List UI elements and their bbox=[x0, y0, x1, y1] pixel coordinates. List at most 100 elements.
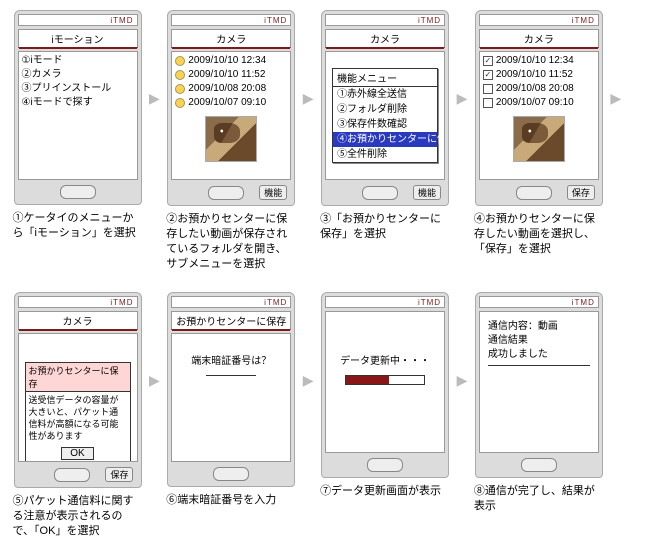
pin-input[interactable] bbox=[206, 375, 256, 376]
step-caption: ④お預かりセンターに保存したい動画を選択し、「保存」を選択 bbox=[474, 212, 604, 257]
phone-frame: iTMD カメラ 2009/10/10 12:34 2009/10/10 11:… bbox=[475, 10, 603, 206]
softkey-bar bbox=[18, 183, 138, 201]
submenu-item[interactable]: ②フォルダ削除 bbox=[333, 102, 437, 117]
list-item[interactable]: 2009/10/07 09:10 bbox=[175, 96, 287, 110]
softkey-center[interactable] bbox=[516, 186, 552, 200]
list-item[interactable]: 2009/10/10 12:34 bbox=[175, 54, 287, 68]
status-icons: iTMD bbox=[264, 298, 287, 307]
list-item[interactable]: 2009/10/10 11:52 bbox=[175, 68, 287, 82]
softkey-center[interactable] bbox=[367, 458, 403, 472]
status-icons: iTMD bbox=[572, 298, 595, 307]
phone-frame: iTMD 通信内容：動画 通信結果 成功しました bbox=[475, 292, 603, 478]
submenu-item[interactable]: ①赤外線全送信 bbox=[333, 87, 437, 102]
dialog-title: お預かりセンターに保存 bbox=[26, 363, 130, 392]
status-bar: iTMD bbox=[325, 14, 445, 26]
status-bar: iTMD bbox=[171, 296, 291, 308]
step-7: iTMD データ更新中・・・ ⑦データ更新画面が表示 bbox=[318, 292, 453, 499]
softkey-bar: 機能 bbox=[325, 183, 445, 202]
list-item[interactable]: 2009/10/10 11:52 bbox=[483, 68, 595, 82]
submenu-item-selected[interactable]: ④お預かりセンターに保存 bbox=[333, 132, 437, 147]
step-6: iTMD お預かりセンターに保存 端末暗証番号は？ ⑥端末暗証番号を入力 bbox=[164, 292, 299, 508]
list-item[interactable]: 2009/10/10 12:34 bbox=[483, 54, 595, 68]
softkey-bar bbox=[171, 465, 291, 483]
phone-frame: iTMD カメラ 機能メニュー ①赤外線全送信 ②フォルダ削除 ③保存件数確認 … bbox=[321, 10, 449, 206]
step-caption: ⑦データ更新画面が表示 bbox=[320, 484, 450, 499]
step-4: iTMD カメラ 2009/10/10 12:34 2009/10/10 11:… bbox=[471, 10, 606, 257]
softkey-center[interactable] bbox=[54, 468, 90, 482]
flow-arrow-icon: ▶ bbox=[457, 90, 468, 107]
movie-icon bbox=[175, 70, 185, 80]
flow-arrow-icon: ▶ bbox=[149, 372, 160, 389]
screen: 2009/10/10 12:34 2009/10/10 11:52 2009/1… bbox=[479, 51, 599, 180]
submenu-item[interactable]: ⑤全件削除 bbox=[333, 147, 437, 162]
status-bar: iTMD bbox=[18, 14, 138, 26]
step-2: iTMD カメラ 2009/10/10 12:34 2009/10/10 11:… bbox=[164, 10, 299, 272]
softkey-center[interactable] bbox=[60, 185, 96, 199]
screen-title: カメラ bbox=[479, 29, 599, 48]
divider bbox=[488, 365, 590, 366]
menu-item[interactable]: ④iモードで探す bbox=[22, 96, 134, 110]
softkey-bar: 保存 bbox=[18, 465, 138, 484]
flow-arrow-icon: ▶ bbox=[303, 372, 314, 389]
checkbox-checked-icon[interactable] bbox=[483, 70, 493, 80]
menu-item[interactable]: ②カメラ bbox=[22, 68, 134, 82]
step-caption: ②お預かりセンターに保存したい動画が保存されているフォルダを開き、サブメニューを… bbox=[166, 212, 296, 272]
flow-arrow-icon: ▶ bbox=[610, 90, 621, 107]
screen-title: カメラ bbox=[171, 29, 291, 48]
phone-frame: iTMD カメラ お預かりセンターに保存 送受信データの容量が大きいと、パケット… bbox=[14, 292, 142, 488]
menu-list: ①iモード ②カメラ ③プリインストール ④iモードで探す bbox=[19, 52, 137, 112]
flow-arrow-icon: ▶ bbox=[303, 90, 314, 107]
softkey-center[interactable] bbox=[213, 467, 249, 481]
status-icons: iTMD bbox=[110, 298, 133, 307]
status-icons: iTMD bbox=[418, 298, 441, 307]
status-bar: iTMD bbox=[325, 296, 445, 308]
file-date: 2009/10/10 12:34 bbox=[496, 54, 574, 68]
screen: 2009/10/10 12:34 2009/10/10 11:52 2009/1… bbox=[171, 51, 291, 180]
softkey-save[interactable]: 保存 bbox=[567, 185, 595, 200]
checkbox-icon[interactable] bbox=[483, 84, 493, 94]
status-icons: iTMD bbox=[572, 16, 595, 25]
step-1: iTMD iモーション ①iモード ②カメラ ③プリインストール ④iモードで探… bbox=[10, 10, 145, 241]
row-2: iTMD カメラ お預かりセンターに保存 送受信データの容量が大きいと、パケット… bbox=[10, 292, 648, 539]
softkey-center[interactable] bbox=[208, 186, 244, 200]
status-icons: iTMD bbox=[110, 16, 133, 25]
screen: 端末暗証番号は？ bbox=[171, 333, 291, 462]
step-5: iTMD カメラ お預かりセンターに保存 送受信データの容量が大きいと、パケット… bbox=[10, 292, 145, 539]
softkey-save[interactable]: 保存 bbox=[105, 467, 133, 482]
submenu-item[interactable]: ③保存件数確認 bbox=[333, 117, 437, 132]
result-status-value: 成功しました bbox=[488, 348, 590, 362]
thumbnail-image bbox=[513, 116, 565, 162]
ok-button[interactable]: OK bbox=[61, 447, 93, 460]
softkey-function[interactable]: 機能 bbox=[259, 185, 287, 200]
progress-bar bbox=[345, 375, 425, 385]
status-bar: iTMD bbox=[479, 296, 599, 308]
file-date: 2009/10/08 20:08 bbox=[496, 82, 574, 96]
list-item[interactable]: 2009/10/08 20:08 bbox=[483, 82, 595, 96]
status-icons: iTMD bbox=[264, 16, 287, 25]
checkbox-checked-icon[interactable] bbox=[483, 56, 493, 66]
step-caption: ⑥端末暗証番号を入力 bbox=[166, 493, 296, 508]
submenu: 機能メニュー ①赤外線全送信 ②フォルダ削除 ③保存件数確認 ④お預かりセンター… bbox=[332, 68, 438, 163]
step-8: iTMD 通信内容：動画 通信結果 成功しました ⑧通信が完了し、結果が表示 bbox=[471, 292, 606, 514]
softkey-bar: 保存 bbox=[479, 183, 599, 202]
checkbox-icon[interactable] bbox=[483, 98, 493, 108]
softkey-center[interactable] bbox=[362, 186, 398, 200]
screen: データ更新中・・・ bbox=[325, 311, 445, 453]
menu-item[interactable]: ①iモード bbox=[22, 54, 134, 68]
softkey-function[interactable]: 機能 bbox=[413, 185, 441, 200]
file-date: 2009/10/07 09:10 bbox=[188, 96, 266, 110]
screen-title: iモーション bbox=[18, 29, 138, 48]
list-item[interactable]: 2009/10/07 09:10 bbox=[483, 96, 595, 110]
thumbnail-image bbox=[205, 116, 257, 162]
softkey-center[interactable] bbox=[521, 458, 557, 472]
pin-prompt: 端末暗証番号は？ bbox=[172, 334, 290, 367]
flow-arrow-icon: ▶ bbox=[149, 90, 160, 107]
submenu-title: 機能メニュー bbox=[333, 69, 437, 87]
softkey-bar: 機能 bbox=[171, 183, 291, 202]
result-box: 通信内容：動画 通信結果 成功しました bbox=[480, 312, 598, 377]
list-item[interactable]: 2009/10/08 20:08 bbox=[175, 82, 287, 96]
warning-dialog: お預かりセンターに保存 送受信データの容量が大きいと、パケット通信料が高額になる… bbox=[25, 362, 131, 462]
menu-item[interactable]: ③プリインストール bbox=[22, 82, 134, 96]
screen: 通信内容：動画 通信結果 成功しました bbox=[479, 311, 599, 453]
row-1: iTMD iモーション ①iモード ②カメラ ③プリインストール ④iモードで探… bbox=[10, 10, 648, 272]
